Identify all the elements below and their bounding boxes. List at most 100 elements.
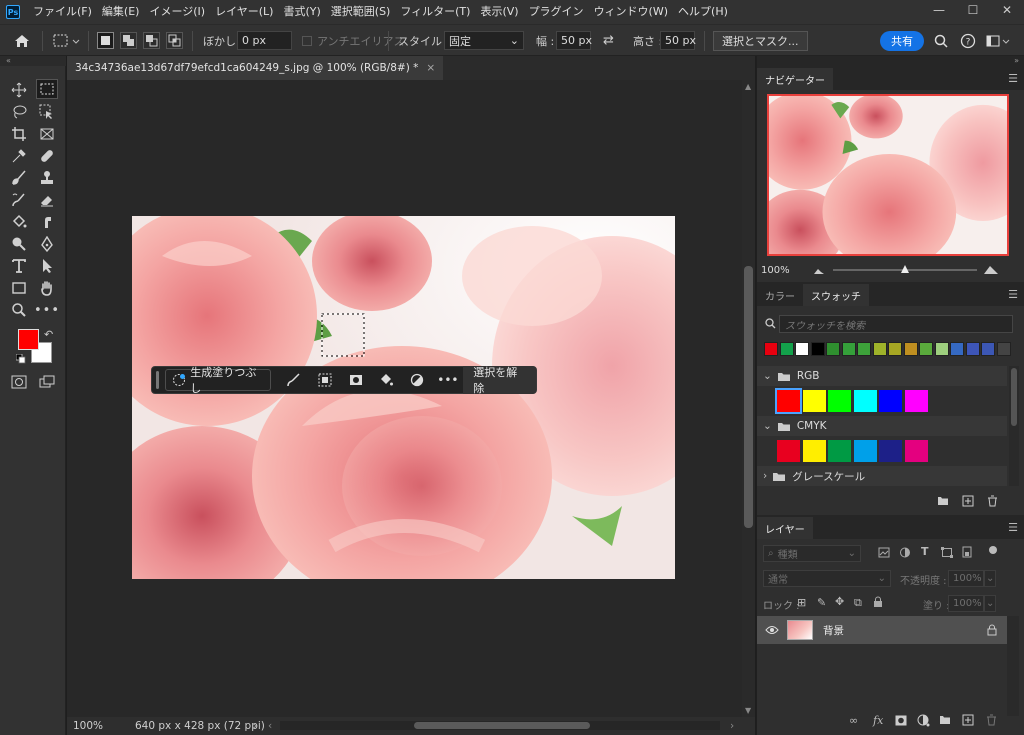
crop-tool[interactable] [8,124,30,144]
lock-position-icon[interactable]: ✥ [835,595,844,608]
clone-stamp-tool[interactable] [36,168,58,188]
quick-mask-button[interactable] [8,372,30,392]
tab-navigator[interactable]: ナビゲーター [757,68,833,90]
new-selection-button[interactable] [97,32,114,49]
menu-plugins[interactable]: プラグイン [524,0,589,24]
recent-swatch[interactable] [857,342,871,356]
swatch-group-grayscale[interactable]: › グレースケール [757,466,1007,486]
recent-swatch[interactable] [810,342,825,356]
swatch-chip[interactable] [853,440,877,462]
scroll-left-icon[interactable]: ‹ [268,720,272,732]
recent-swatch[interactable] [903,342,918,356]
default-colors-button[interactable] [15,353,26,364]
intersect-selection-button[interactable] [166,32,183,49]
recent-swatch[interactable] [764,342,778,356]
swatches-menu-icon[interactable]: ☰ [1008,288,1018,301]
vertical-scroll-thumb[interactable] [744,266,753,528]
recent-swatch[interactable] [841,342,856,356]
recent-swatch[interactable] [950,342,964,356]
scroll-down-icon[interactable]: ▼ [745,706,751,715]
eyedropper-tool[interactable] [8,146,30,166]
scroll-up-icon[interactable]: ▲ [745,82,751,91]
filter-toggle-icon[interactable] [989,546,997,554]
new-layer-icon[interactable] [962,714,974,726]
scroll-right-icon[interactable]: › [730,720,734,732]
search-button[interactable] [934,30,948,51]
paint-bucket-tool[interactable] [8,212,30,232]
filter-adjustment-icon[interactable] [899,547,911,558]
screen-mode-button[interactable] [36,372,58,392]
trash-icon[interactable] [987,495,998,507]
layer-kind-filter[interactable]: ⌕ 種類 ⌄ [763,545,861,562]
close-tab-icon[interactable]: × [426,62,435,74]
path-selection-tool[interactable] [36,256,58,276]
swatch-chip[interactable] [802,390,826,412]
swap-dimensions-button[interactable]: ⇄ [603,30,614,51]
modify-selection-button[interactable] [279,373,310,387]
lock-artboard-icon[interactable]: ⧉ [854,596,862,610]
menu-type[interactable]: 書式(Y) [278,0,325,24]
fill-dropdown[interactable]: ⌄ [984,595,996,612]
recent-swatch[interactable] [981,342,995,356]
menu-window[interactable]: ウィンドウ(W) [589,0,673,24]
delete-layer-icon[interactable] [986,714,997,726]
close-button[interactable]: ✕ [990,0,1024,20]
more-options-button[interactable]: ••• [433,373,464,387]
navigator-zoom-thumb[interactable] [901,265,909,273]
tab-color[interactable]: カラー [757,284,803,306]
recent-swatch[interactable] [779,342,794,356]
filter-pixel-icon[interactable] [878,547,890,558]
lasso-tool[interactable] [8,102,30,122]
recent-swatch[interactable] [826,342,840,356]
menu-file[interactable]: ファイル(F) [28,0,97,24]
layer-row-background[interactable]: 背景 [757,616,1007,644]
document-tab[interactable]: 34c34736ae13d67df79efcd1ca604249_s.jpg @… [67,56,444,80]
visibility-eye-icon[interactable] [765,625,779,635]
pen-tool[interactable] [36,234,58,254]
move-tool[interactable] [8,80,30,100]
swatch-chip[interactable] [802,440,826,462]
antialias-option[interactable]: アンチエイリアス [302,30,405,51]
add-selection-button[interactable] [120,32,137,49]
fill-input[interactable]: 100% [948,595,984,612]
tool-preset-picker[interactable] [52,30,82,51]
recent-swatch[interactable] [888,342,902,356]
layer-lock-icon[interactable] [987,624,997,636]
swatch-search-input[interactable]: スウォッチを検索 [779,315,1013,333]
zoom-tool[interactable] [8,300,30,320]
healing-brush-tool[interactable] [36,146,58,166]
document-image[interactable] [132,216,675,579]
opacity-dropdown[interactable]: ⌄ [984,570,996,587]
filter-type-icon[interactable]: T [921,545,929,558]
select-and-mask-button[interactable]: 選択とマスク... [713,30,808,51]
object-selection-tool[interactable] [36,102,58,122]
width-input[interactable]: 50 px [556,31,592,50]
tab-layers[interactable]: レイヤー [757,517,813,539]
new-group-folder-icon[interactable] [937,496,949,506]
recent-swatch[interactable] [996,342,1011,356]
home-button[interactable] [14,30,30,51]
document-info[interactable]: 640 px x 428 px (72 ppi) [135,720,265,732]
new-adjustment-icon[interactable] [917,714,930,727]
recent-swatch[interactable] [795,342,809,356]
lock-all-icon[interactable] [873,596,883,608]
create-mask-button[interactable] [340,373,371,387]
zoom-level[interactable]: 100% [73,720,113,732]
status-expand-icon[interactable]: › [253,720,257,732]
swatch-group-rgb[interactable]: ⌄ RGB [757,366,1007,386]
horizontal-scroll-thumb[interactable] [414,722,590,729]
help-button[interactable]: ? [960,30,976,51]
navigator-zoom-value[interactable]: 100% [761,265,790,276]
filter-smart-object-icon[interactable] [961,546,973,558]
layers-menu-icon[interactable]: ☰ [1008,521,1018,534]
swap-colors-button[interactable]: ↶ [44,328,53,341]
recent-swatch[interactable] [872,342,887,356]
filter-shape-icon[interactable] [941,547,953,558]
generative-fill-button[interactable]: 生成塗りつぶし [164,366,272,395]
menu-view[interactable]: 表示(V) [475,0,523,24]
minimize-button[interactable]: — [922,0,956,20]
navigator-preview[interactable] [767,94,1009,256]
swatches-scrollbar[interactable] [1009,366,1019,486]
taskbar-drag-handle[interactable] [156,371,159,389]
edit-toolbar-button[interactable]: ••• [34,300,59,320]
